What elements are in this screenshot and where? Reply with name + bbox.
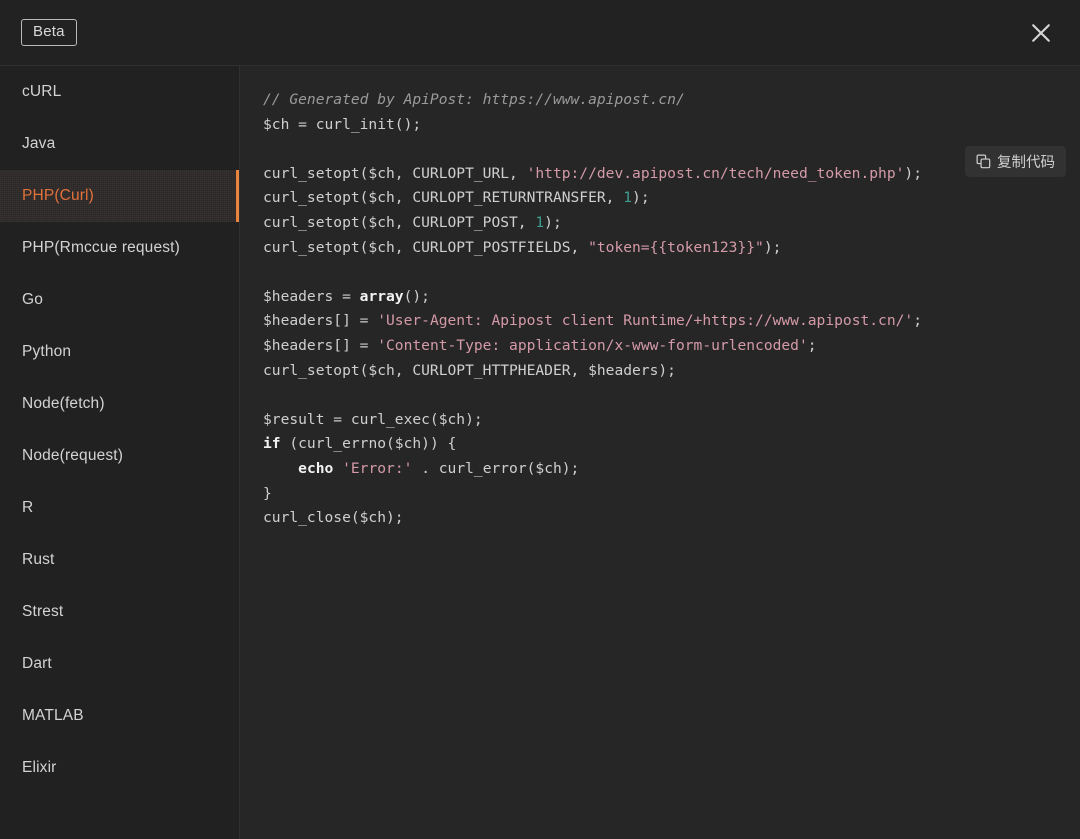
code-token-plain: curl_setopt($ch, CURLOPT_POSTFIELDS, [263,238,589,256]
sidebar-item-label: Node(request) [22,447,124,464]
sidebar-item-label: Python [22,343,72,360]
sidebar-item-strest[interactable]: Strest [0,586,239,638]
code-token-plain: curl_setopt($ch, CURLOPT_URL, [263,164,527,182]
code-token-string: 'http://dev.apipost.cn/tech/need_token.p… [526,164,905,182]
dialog-body: cURL Java PHP(Curl) PHP(Rmccue request) … [0,66,1080,839]
code-token-number: 1 [623,189,633,207]
sidebar-item-label: Node(fetch) [22,395,105,412]
sidebar-item-label: MATLAB [22,707,84,724]
code-token-plain: ); [544,213,562,231]
sidebar-item-go[interactable]: Go [0,274,239,326]
sidebar-item-r[interactable]: R [0,482,239,534]
code-token-string: "token={{token123}}" [588,238,764,256]
sidebar-item-node-request[interactable]: Node(request) [0,430,239,482]
code-token-plain: ); [763,238,782,256]
code-panel: 复制代码 // Generated by ApiPost: https://ww… [240,66,1080,839]
code-token-plain: $result = curl_exec($ch); [263,410,483,428]
beta-badge[interactable]: Beta [21,19,77,46]
sidebar-item-node-fetch[interactable]: Node(fetch) [0,378,239,430]
sidebar-item-elixir[interactable]: Elixir [0,742,239,794]
sidebar-item-python[interactable]: Python [0,326,239,378]
sidebar-item-php-rmccue-request[interactable]: PHP(Rmccue request) [0,222,239,274]
sidebar-item-java[interactable]: Java [0,118,239,170]
code-token-plain: curl_close($ch); [263,509,404,527]
code-token-plain: ); [904,164,922,182]
copy-code-label: 复制代码 [997,155,1055,171]
code-token-plain: ); [632,189,650,207]
sidebar-item-label: Rust [22,551,55,568]
sidebar-item-label: Go [22,291,43,308]
code-token-plain: ; [913,312,922,330]
copy-code-button[interactable]: 复制代码 [965,146,1066,177]
code-token-plain: $headers[] = [263,312,378,330]
sidebar-item-rust[interactable]: Rust [0,534,239,586]
close-button[interactable] [1024,16,1058,50]
sidebar-item-label: cURL [22,83,62,100]
code-token-plain: . curl_error($ch); [412,459,580,477]
code-token-comment: // Generated by ApiPost: https://www.api… [263,91,685,108]
sidebar-item-label: Strest [22,603,64,620]
sidebar-item-label: PHP(Curl) [22,187,94,204]
code-scroll-area[interactable]: // Generated by ApiPost: https://www.api… [240,66,1080,839]
code-token-plain: curl_setopt($ch, CURLOPT_RETURNTRANSFER, [263,189,624,207]
sidebar-item-dart[interactable]: Dart [0,638,239,690]
code-token-keyword: if [263,435,281,453]
dialog-header: Beta [0,0,1080,66]
sidebar-item-label: R [22,499,34,516]
close-icon [1030,22,1052,44]
code-token-keyword: echo [298,459,334,477]
code-token-plain: (); [403,287,430,305]
code-token-keyword: array [359,287,404,305]
code-token-string: 'Content-Type: application/x-www-form-ur… [377,336,808,354]
code-token-number: 1 [535,213,545,231]
sidebar-item-label: Dart [22,655,52,672]
sidebar-item-label: PHP(Rmccue request) [22,239,180,256]
code-token-plain: $headers = [263,287,360,305]
code-snippet-dialog: Beta cURL Java PHP(Curl) PHP(Rmccue requ… [0,0,1080,839]
code-token-plain: curl_setopt($ch, CURLOPT_POST, [263,213,536,231]
code-token-plain: } [263,484,272,502]
sidebar-item-label: Java [22,135,56,152]
code-token-plain: curl_setopt($ch, CURLOPT_HTTPHEADER, $he… [263,361,676,379]
copy-icon [976,154,991,169]
code-token-plain: $ch = curl_init(); [263,115,422,133]
code-token-plain: ; [807,336,817,354]
code-token-string: 'User-Agent: Apipost client Runtime/+htt… [377,312,914,330]
sidebar-item-php-curl[interactable]: PHP(Curl) [0,170,239,222]
code-token-plain: (curl_errno($ch)) { [280,435,457,453]
sidebar-item-curl[interactable]: cURL [0,66,239,118]
sidebar-item-label: Elixir [22,759,57,776]
code-token-string: 'Error:' [342,459,413,477]
sidebar-item-matlab[interactable]: MATLAB [0,690,239,742]
code-block[interactable]: // Generated by ApiPost: https://www.api… [263,88,954,531]
language-sidebar[interactable]: cURL Java PHP(Curl) PHP(Rmccue request) … [0,66,240,839]
code-token-plain: $headers[] = [263,336,378,354]
